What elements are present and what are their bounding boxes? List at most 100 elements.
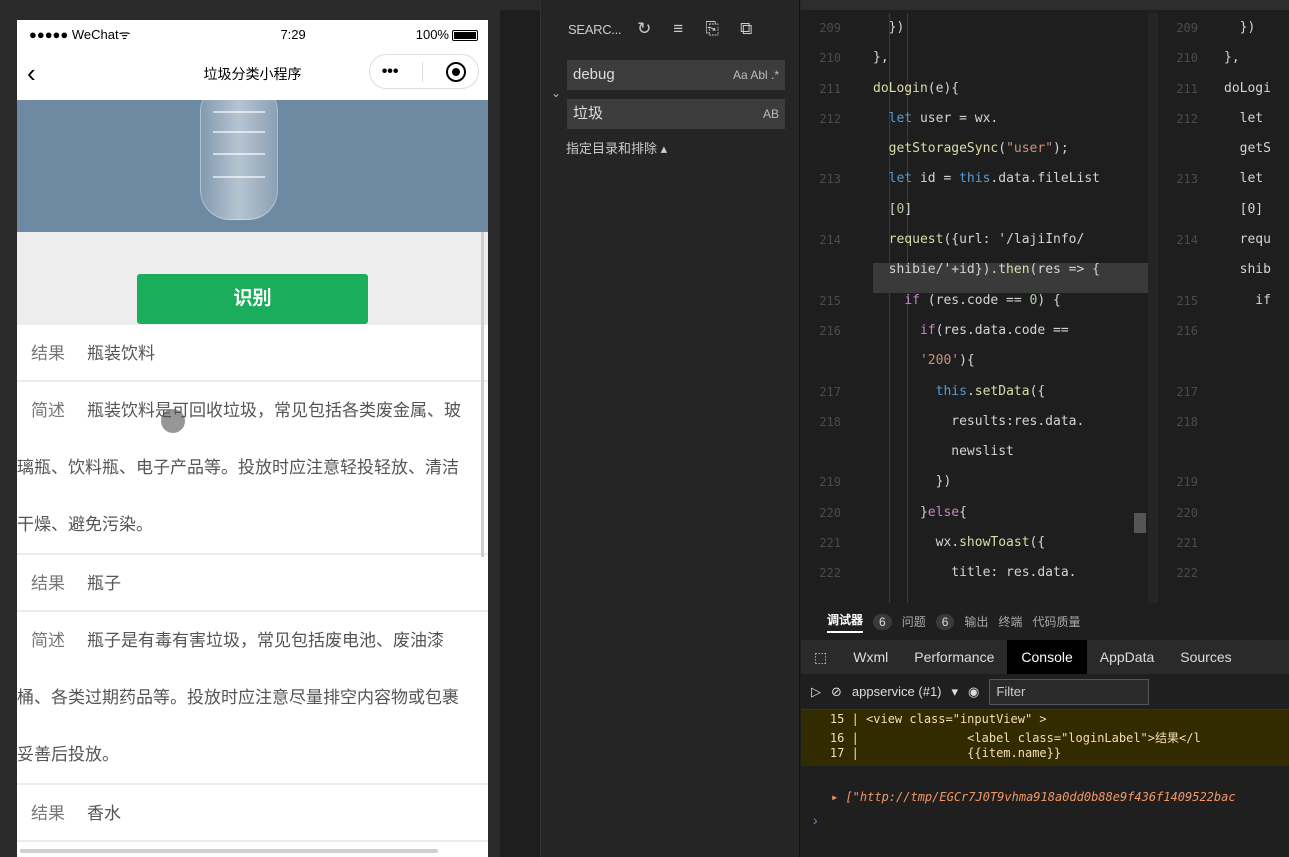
code-line[interactable]: 210}, (1158, 43, 1289, 73)
code-line[interactable]: 213 let (1158, 164, 1289, 194)
code-line[interactable]: newslist (801, 437, 1148, 467)
code-line[interactable]: 219 (1158, 467, 1289, 497)
inspect-icon[interactable]: ⬚ (801, 649, 840, 666)
code-line[interactable]: shibie/'+id}).then(res => { (801, 255, 1148, 285)
code-line[interactable]: 215 if (res.code == 0) { (801, 286, 1148, 316)
simulator-pane: ●●●●● WeChatᯤ 7:29 100% ‹ 垃圾分类小程序 ••• 识别… (0, 0, 500, 857)
line-number: 210 (819, 51, 841, 66)
subtab-performance[interactable]: Performance (901, 649, 1007, 665)
devtools-subtabs: ⬚ Wxml Performance Console AppData Sourc… (801, 640, 1289, 674)
code-line[interactable]: 218 results:res.data. (801, 407, 1148, 437)
line-number: 212 (1176, 111, 1198, 126)
code-text: getStorageSync("user"); (888, 141, 1069, 157)
editor-split-divider[interactable] (1148, 13, 1158, 603)
context-select[interactable]: appservice (#1) (852, 684, 942, 699)
code-line[interactable]: 214 requ (1158, 225, 1289, 255)
horizontal-scrollbar[interactable] (20, 849, 438, 853)
code-line[interactable]: 218 (1158, 407, 1289, 437)
line-number: 209 (1176, 21, 1198, 35)
code-line[interactable]: '200'){ (801, 346, 1148, 376)
line-number: 211 (819, 81, 841, 96)
code-line[interactable]: [0] (1158, 195, 1289, 225)
code-line[interactable]: 219 }) (801, 467, 1148, 497)
description-line: 妥善后投放。 (17, 745, 119, 764)
warning-line: 15 | <view class="inputView" > (801, 712, 1047, 726)
chevron-down-icon[interactable]: ▾ (952, 684, 959, 700)
code-text: let user = wx. (888, 110, 999, 126)
uploaded-photo (17, 100, 488, 232)
tab-issues[interactable]: 问题 (902, 613, 926, 630)
tab-output[interactable]: 输出 (964, 613, 988, 630)
new-editor-icon[interactable]: ⎘ (701, 19, 723, 39)
code-line[interactable]: [0] (801, 195, 1148, 225)
code-line[interactable]: 217 this.setData({ (801, 377, 1148, 407)
code-editor[interactable]: 209 }) 210}, 211 doLogin(e){212 let user = … (801, 0, 1289, 603)
code-line[interactable]: shib (1158, 255, 1289, 285)
editor-scroll-thumb[interactable] (1134, 513, 1146, 533)
tab-terminal[interactable]: 终端 (998, 613, 1022, 630)
filter-input[interactable]: Filter (989, 678, 1150, 705)
code-line[interactable]: 211 doLogi (1158, 74, 1289, 104)
code-line[interactable]: 209 }) (1158, 13, 1289, 43)
code-line[interactable]: 212 let (1158, 104, 1289, 134)
code-line[interactable]: 221 wx.showToast({ (801, 528, 1148, 558)
code-text: [0] (1224, 201, 1264, 217)
search-input[interactable]: debug Aa Abl .* (567, 60, 785, 90)
code-line[interactable]: getS (1158, 134, 1289, 164)
code-line[interactable]: 213 let id = this.data.fileList (801, 164, 1148, 194)
status-bar: ●●●●● WeChatᯤ 7:29 100% (17, 20, 488, 48)
warning-line: 17 | {{item.name}} (801, 746, 1062, 760)
code-text: }, (1224, 50, 1240, 66)
description-line: 瓶装饮料是可回收垃圾，常见包括各类废金属、玻 (87, 401, 461, 420)
code-text: newslist (873, 444, 1014, 460)
result-label: 结果 (31, 574, 65, 593)
toggle-replace-icon[interactable]: ⌄ (551, 86, 561, 100)
code-line[interactable] (1158, 346, 1289, 376)
code-line[interactable]: 216 (1158, 316, 1289, 346)
more-icon[interactable]: ••• (382, 63, 399, 81)
console-prompt[interactable]: › (801, 812, 1289, 828)
console-log-entry[interactable]: ▸ ["http://tmp/EGCr7J0T9vhma918a0dd0b88e… (801, 766, 1289, 804)
code-text: doLogin(e){ (873, 80, 960, 96)
subtab-wxml[interactable]: Wxml (840, 649, 901, 665)
clear-console-icon[interactable]: ⊘ (831, 684, 842, 700)
code-line[interactable]: 222 title: res.data. (801, 558, 1148, 588)
code-line[interactable]: 214 request({url: '/lajiInfo/ (801, 225, 1148, 255)
subtab-sources[interactable]: Sources (1167, 649, 1244, 665)
tab-debugger[interactable]: 调试器 (827, 611, 864, 633)
code-line[interactable]: 211 doLogin(e){ (801, 74, 1148, 104)
code-line[interactable]: 220 }else{ (801, 498, 1148, 528)
debugger-count-badge: 6 (873, 613, 892, 630)
clear-results-icon[interactable]: ≡ (667, 19, 689, 39)
line-number: 222 (819, 566, 841, 581)
replace-input[interactable]: 垃圾 AB (567, 99, 785, 129)
refresh-icon[interactable]: ↻ (633, 19, 655, 39)
subtab-console[interactable]: Console (1007, 640, 1087, 674)
sidebar-toggle-icon[interactable]: ▷ (811, 684, 821, 700)
code-line[interactable]: 209 }) (801, 13, 1148, 43)
subtab-appdata[interactable]: AppData (1087, 649, 1167, 665)
vertical-scrollbar[interactable] (481, 232, 484, 557)
code-line[interactable]: getStorageSync("user"); (801, 134, 1148, 164)
match-options[interactable]: Aa Abl .* (733, 60, 779, 90)
code-line[interactable]: 212 let user = wx. (801, 104, 1148, 134)
code-line[interactable]: 216 if(res.data.code == (801, 316, 1148, 346)
code-line[interactable]: 215 if (1158, 286, 1289, 316)
clock: 7:29 (280, 26, 306, 42)
menu-capsule: ••• (369, 54, 479, 89)
eye-icon[interactable]: ◉ (968, 684, 979, 700)
code-line[interactable] (1158, 437, 1289, 467)
code-line[interactable]: 221 (1158, 528, 1289, 558)
right-editor-group[interactable]: 209 }) 210}, 211 doLogi 212 let getS 213 let … (1158, 13, 1289, 589)
include-exclude-toggle[interactable]: 指定目录和排除 ▴ (566, 138, 667, 157)
left-editor-group[interactable]: 209 }) 210}, 211 doLogin(e){ 212 let user = … (801, 13, 1148, 589)
tab-quality[interactable]: 代码质量 (1032, 613, 1080, 630)
collapse-all-icon[interactable]: ⧉ (735, 19, 757, 39)
code-line[interactable]: 222 (1158, 558, 1289, 588)
close-target-icon[interactable] (446, 61, 467, 82)
replace-options[interactable]: AB (763, 99, 779, 129)
recognize-button[interactable]: 识别 (137, 274, 368, 324)
code-line[interactable]: 220 (1158, 498, 1289, 528)
code-line[interactable]: 217 (1158, 377, 1289, 407)
code-line[interactable]: 210}, (801, 43, 1148, 73)
